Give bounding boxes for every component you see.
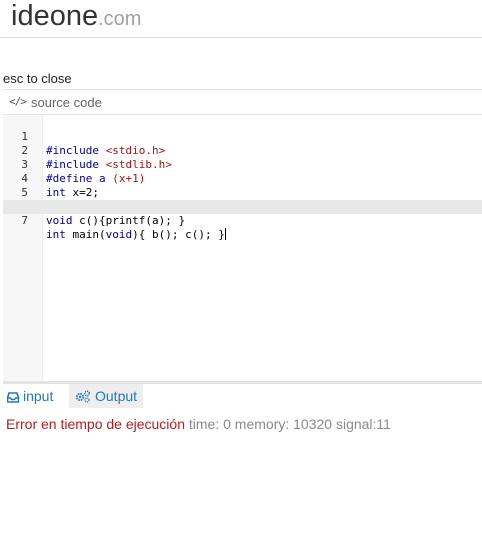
io-tabs: input Output bbox=[3, 384, 482, 408]
esc-to-close-hint[interactable]: esc to close bbox=[3, 71, 72, 86]
ideone-logo[interactable]: ideone.com bbox=[11, 2, 141, 31]
execution-result: Error en tiempo de ejecución time: 0 mem… bbox=[6, 416, 391, 432]
tab-input-label: input bbox=[23, 388, 54, 404]
tab-output-label: Output bbox=[95, 388, 138, 404]
source-code-title: source code bbox=[31, 95, 102, 110]
code-line-1: 1 #include <stdio.h> bbox=[3, 116, 482, 157]
code-lines: 1 #include <stdio.h> 2 #include <stdlib.… bbox=[3, 116, 482, 241]
code-line-5: 5 void b(){int x=1; printf("%d\n",a); } bbox=[3, 172, 482, 213]
text-cursor bbox=[224, 228, 226, 240]
ideone-page: ideone.com esc to close </> source code … bbox=[0, 0, 482, 544]
gears-icon bbox=[75, 390, 90, 403]
code-text: int main(void){ b(); c(); } bbox=[46, 228, 226, 241]
code-line-3: 3 #define a (x+1) bbox=[3, 144, 482, 185]
site-header: ideone.com bbox=[0, 0, 482, 38]
source-code-panel: </> source code 1 #include <stdio.h> 2 #… bbox=[3, 89, 482, 382]
source-code-header: </> source code bbox=[3, 90, 482, 115]
code-line-2: 2 #include <stdlib.h> bbox=[3, 130, 482, 171]
result-status: Error en tiempo de ejecución bbox=[6, 416, 185, 432]
code-line-4: 4 int x=2; bbox=[3, 158, 482, 199]
logo-main-text: ideone bbox=[11, 0, 99, 32]
tab-output[interactable]: Output bbox=[69, 384, 143, 408]
code-line-7-active: 7 int main(void){ b(); c(); } bbox=[3, 200, 482, 241]
code-icon: </> bbox=[9, 95, 27, 108]
code-editor[interactable]: 1 #include <stdio.h> 2 #include <stdlib.… bbox=[3, 115, 482, 381]
tab-input[interactable]: input bbox=[6, 384, 69, 408]
result-meta: time: 0 memory: 10320 signal:11 bbox=[188, 416, 391, 432]
inbox-icon bbox=[6, 392, 20, 403]
line-number: 7 bbox=[21, 214, 28, 227]
code-line-6: 6 void c(){printf(a); } bbox=[3, 186, 482, 227]
logo-tld-text: .com bbox=[98, 8, 142, 30]
